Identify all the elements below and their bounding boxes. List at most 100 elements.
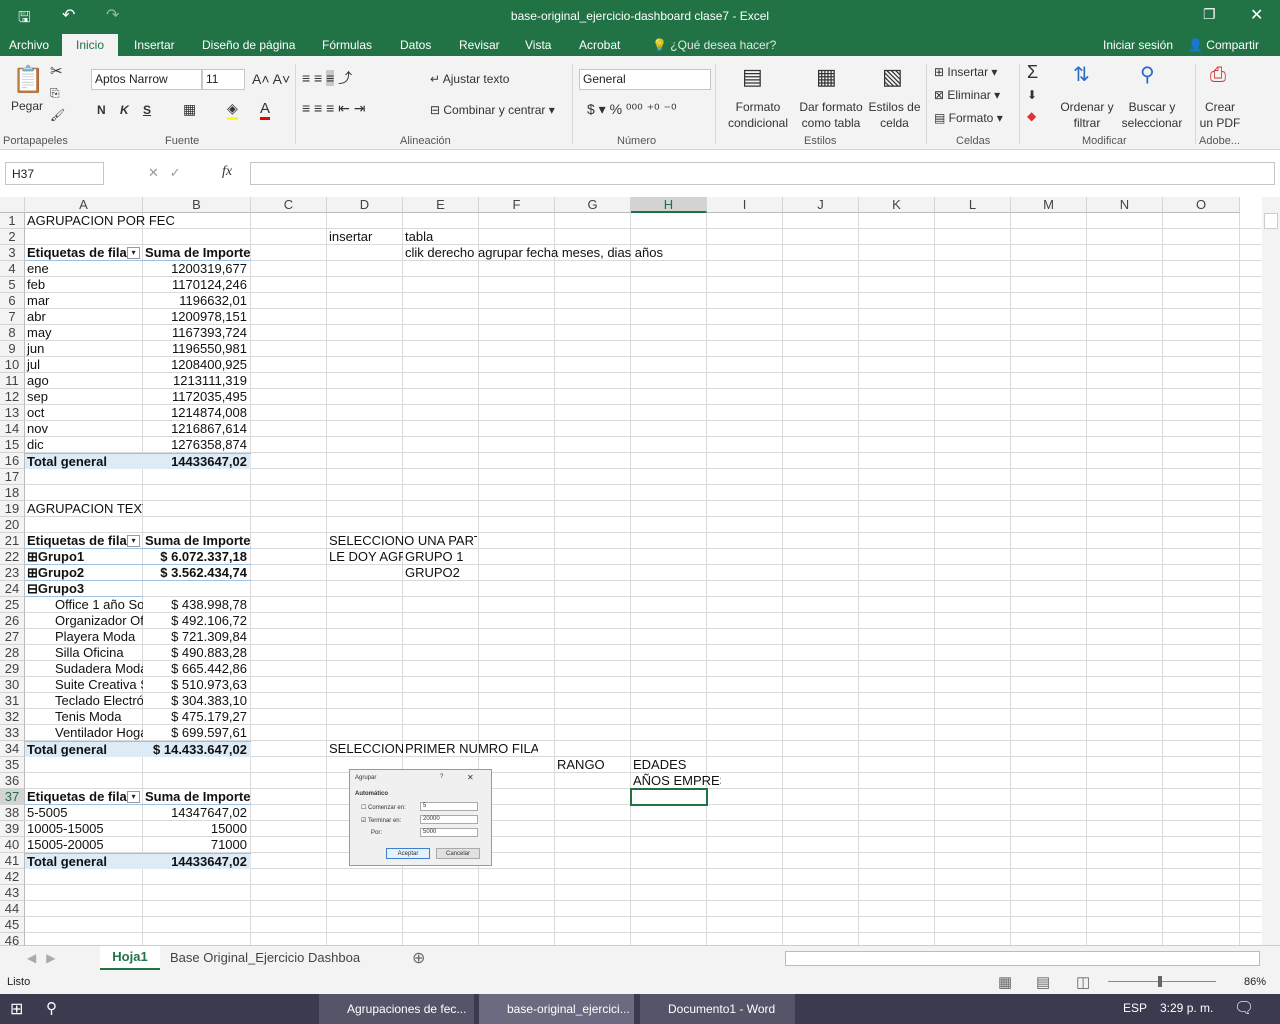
column-header-K[interactable]: K: [859, 197, 935, 213]
page-layout-icon[interactable]: ▤: [1036, 973, 1050, 991]
column-header-L[interactable]: L: [935, 197, 1011, 213]
column-header-B[interactable]: B: [143, 197, 251, 213]
cell-A24[interactable]: ⊟Grupo3: [25, 581, 143, 597]
cell-B41[interactable]: 14433647,02: [143, 853, 251, 869]
cell-A40[interactable]: 15005-20005: [25, 837, 143, 853]
select-all-corner[interactable]: [0, 197, 25, 213]
cell-A5[interactable]: feb: [25, 277, 143, 293]
cell-A8[interactable]: may: [25, 325, 143, 341]
tab-acrobat[interactable]: Acrobat: [579, 38, 620, 52]
cell-H35[interactable]: EDADES: [631, 757, 707, 773]
close-icon[interactable]: ✕: [1250, 5, 1263, 25]
row-header[interactable]: 44: [0, 901, 25, 917]
cell-A10[interactable]: jul: [25, 357, 143, 373]
vertical-scrollbar[interactable]: [1262, 197, 1280, 945]
tab-datos[interactable]: Datos: [400, 38, 431, 52]
row-header[interactable]: 5: [0, 277, 25, 293]
cell-styles-icon[interactable]: ▧: [882, 64, 903, 90]
row-header[interactable]: 42: [0, 869, 25, 885]
cell-A13[interactable]: oct: [25, 405, 143, 421]
column-header-A[interactable]: A: [25, 197, 143, 213]
cell-A9[interactable]: jun: [25, 341, 143, 357]
column-header-G[interactable]: G: [555, 197, 631, 213]
column-header-J[interactable]: J: [783, 197, 859, 213]
row-header[interactable]: 15: [0, 437, 25, 453]
column-header-H[interactable]: H: [631, 197, 707, 213]
align-left-icons[interactable]: ≡ ≡ ≡ ⇤ ⇥: [302, 100, 366, 117]
cell-A16[interactable]: Total general: [25, 453, 143, 469]
row-header[interactable]: 45: [0, 917, 25, 933]
font-size-select[interactable]: 11: [202, 69, 245, 90]
row-header[interactable]: 7: [0, 309, 25, 325]
row-header[interactable]: 11: [0, 373, 25, 389]
cell-A29[interactable]: Sudadera Moda: [25, 661, 143, 677]
cell-A38[interactable]: 5-5005: [25, 805, 143, 821]
fill-color-icon[interactable]: ◈: [227, 100, 238, 120]
cell-B8[interactable]: 1167393,724: [143, 325, 251, 341]
create-pdf-button[interactable]: Crear un PDF: [1198, 99, 1242, 131]
conditional-format-button[interactable]: Formato condicional: [722, 99, 794, 131]
cell-B14[interactable]: 1216867,614: [143, 421, 251, 437]
prev-sheet-icon[interactable]: ◀ ▶: [27, 951, 55, 965]
column-header-D[interactable]: D: [327, 197, 403, 213]
cell-B38[interactable]: 14347647,02: [143, 805, 251, 821]
cell-A6[interactable]: mar: [25, 293, 143, 309]
row-header[interactable]: 28: [0, 645, 25, 661]
notifications-icon[interactable]: 🗨: [1234, 998, 1254, 1018]
delete-cells-button[interactable]: ⊠ Eliminar ▾: [934, 88, 1000, 102]
find-select-icon[interactable]: ⚲: [1140, 62, 1155, 87]
cell-B29[interactable]: $ 665.442,86: [143, 661, 251, 677]
bold-button[interactable]: N: [97, 103, 106, 117]
number-format-select[interactable]: General: [579, 69, 711, 90]
spreadsheet-grid[interactable]: A B C D E F G H I J K L M N O 1 2 3 4 5 6 7 8 9 10 11 12 13 14 15 16 17…: [0, 197, 1262, 945]
language[interactable]: ESP: [1123, 1001, 1147, 1015]
row-header[interactable]: 31: [0, 693, 25, 709]
cell-A23[interactable]: ⊞Grupo2: [25, 565, 143, 581]
cell-D34[interactable]: SELECCIONO: [327, 741, 403, 757]
row-header[interactable]: 32: [0, 709, 25, 725]
filter-dropdown-icon[interactable]: ▾: [127, 535, 140, 547]
clock[interactable]: 3:29 p. m.: [1160, 1001, 1213, 1015]
row-header[interactable]: 43: [0, 885, 25, 901]
cell-G35[interactable]: RANGO: [555, 757, 631, 773]
cell-A12[interactable]: sep: [25, 389, 143, 405]
row-header[interactable]: 19: [0, 501, 25, 517]
find-select-button[interactable]: Buscar y seleccionar: [1118, 99, 1186, 131]
cell-A37[interactable]: Etiquetas de fila: [25, 789, 143, 805]
cell-A28[interactable]: Silla Oficina: [25, 645, 143, 661]
cell-A30[interactable]: Suite Creativa Software: [25, 677, 143, 693]
fx-icon[interactable]: fx: [222, 164, 232, 180]
cell-A7[interactable]: abr: [25, 309, 143, 325]
row-header[interactable]: 22: [0, 549, 25, 565]
row-header[interactable]: 1: [0, 213, 25, 229]
column-header-N[interactable]: N: [1087, 197, 1163, 213]
cell-B4[interactable]: 1200319,677: [143, 261, 251, 277]
grow-font-icon[interactable]: A˄ A˅: [252, 71, 290, 87]
cell-B22[interactable]: $ 6.072.337,18: [143, 549, 251, 565]
row-header[interactable]: 41: [0, 853, 25, 869]
row-header[interactable]: 8: [0, 325, 25, 341]
tab-vista[interactable]: Vista: [525, 38, 551, 52]
row-header[interactable]: 29: [0, 661, 25, 677]
cell-D2[interactable]: insertar: [327, 229, 403, 245]
cell-B30[interactable]: $ 510.973,63: [143, 677, 251, 693]
cell-B39[interactable]: 15000: [143, 821, 251, 837]
cell-B34[interactable]: $ 14.433.647,02: [143, 741, 251, 757]
row-header[interactable]: 6: [0, 293, 25, 309]
wrap-text-button[interactable]: ↵ Ajustar texto: [430, 72, 509, 86]
restore-icon[interactable]: ❐: [1203, 6, 1216, 23]
row-header[interactable]: 30: [0, 677, 25, 693]
tab-inicio[interactable]: Inicio: [62, 34, 119, 56]
row-header[interactable]: 25: [0, 597, 25, 613]
column-header-C[interactable]: C: [251, 197, 327, 213]
cell-B15[interactable]: 1276358,874: [143, 437, 251, 453]
row-header[interactable]: 36: [0, 773, 25, 789]
row-header[interactable]: 27: [0, 629, 25, 645]
sign-in[interactable]: Iniciar sesión: [1103, 38, 1173, 52]
scroll-thumb[interactable]: [1264, 213, 1278, 229]
column-header-E[interactable]: E: [403, 197, 479, 213]
row-header[interactable]: 12: [0, 389, 25, 405]
cell-B23[interactable]: $ 3.562.434,74: [143, 565, 251, 581]
currency-percent-icons[interactable]: $ ▾ % ⁰⁰⁰ ⁺⁰ ⁻⁰: [587, 101, 677, 118]
tab-formulas[interactable]: Fórmulas: [322, 38, 372, 52]
